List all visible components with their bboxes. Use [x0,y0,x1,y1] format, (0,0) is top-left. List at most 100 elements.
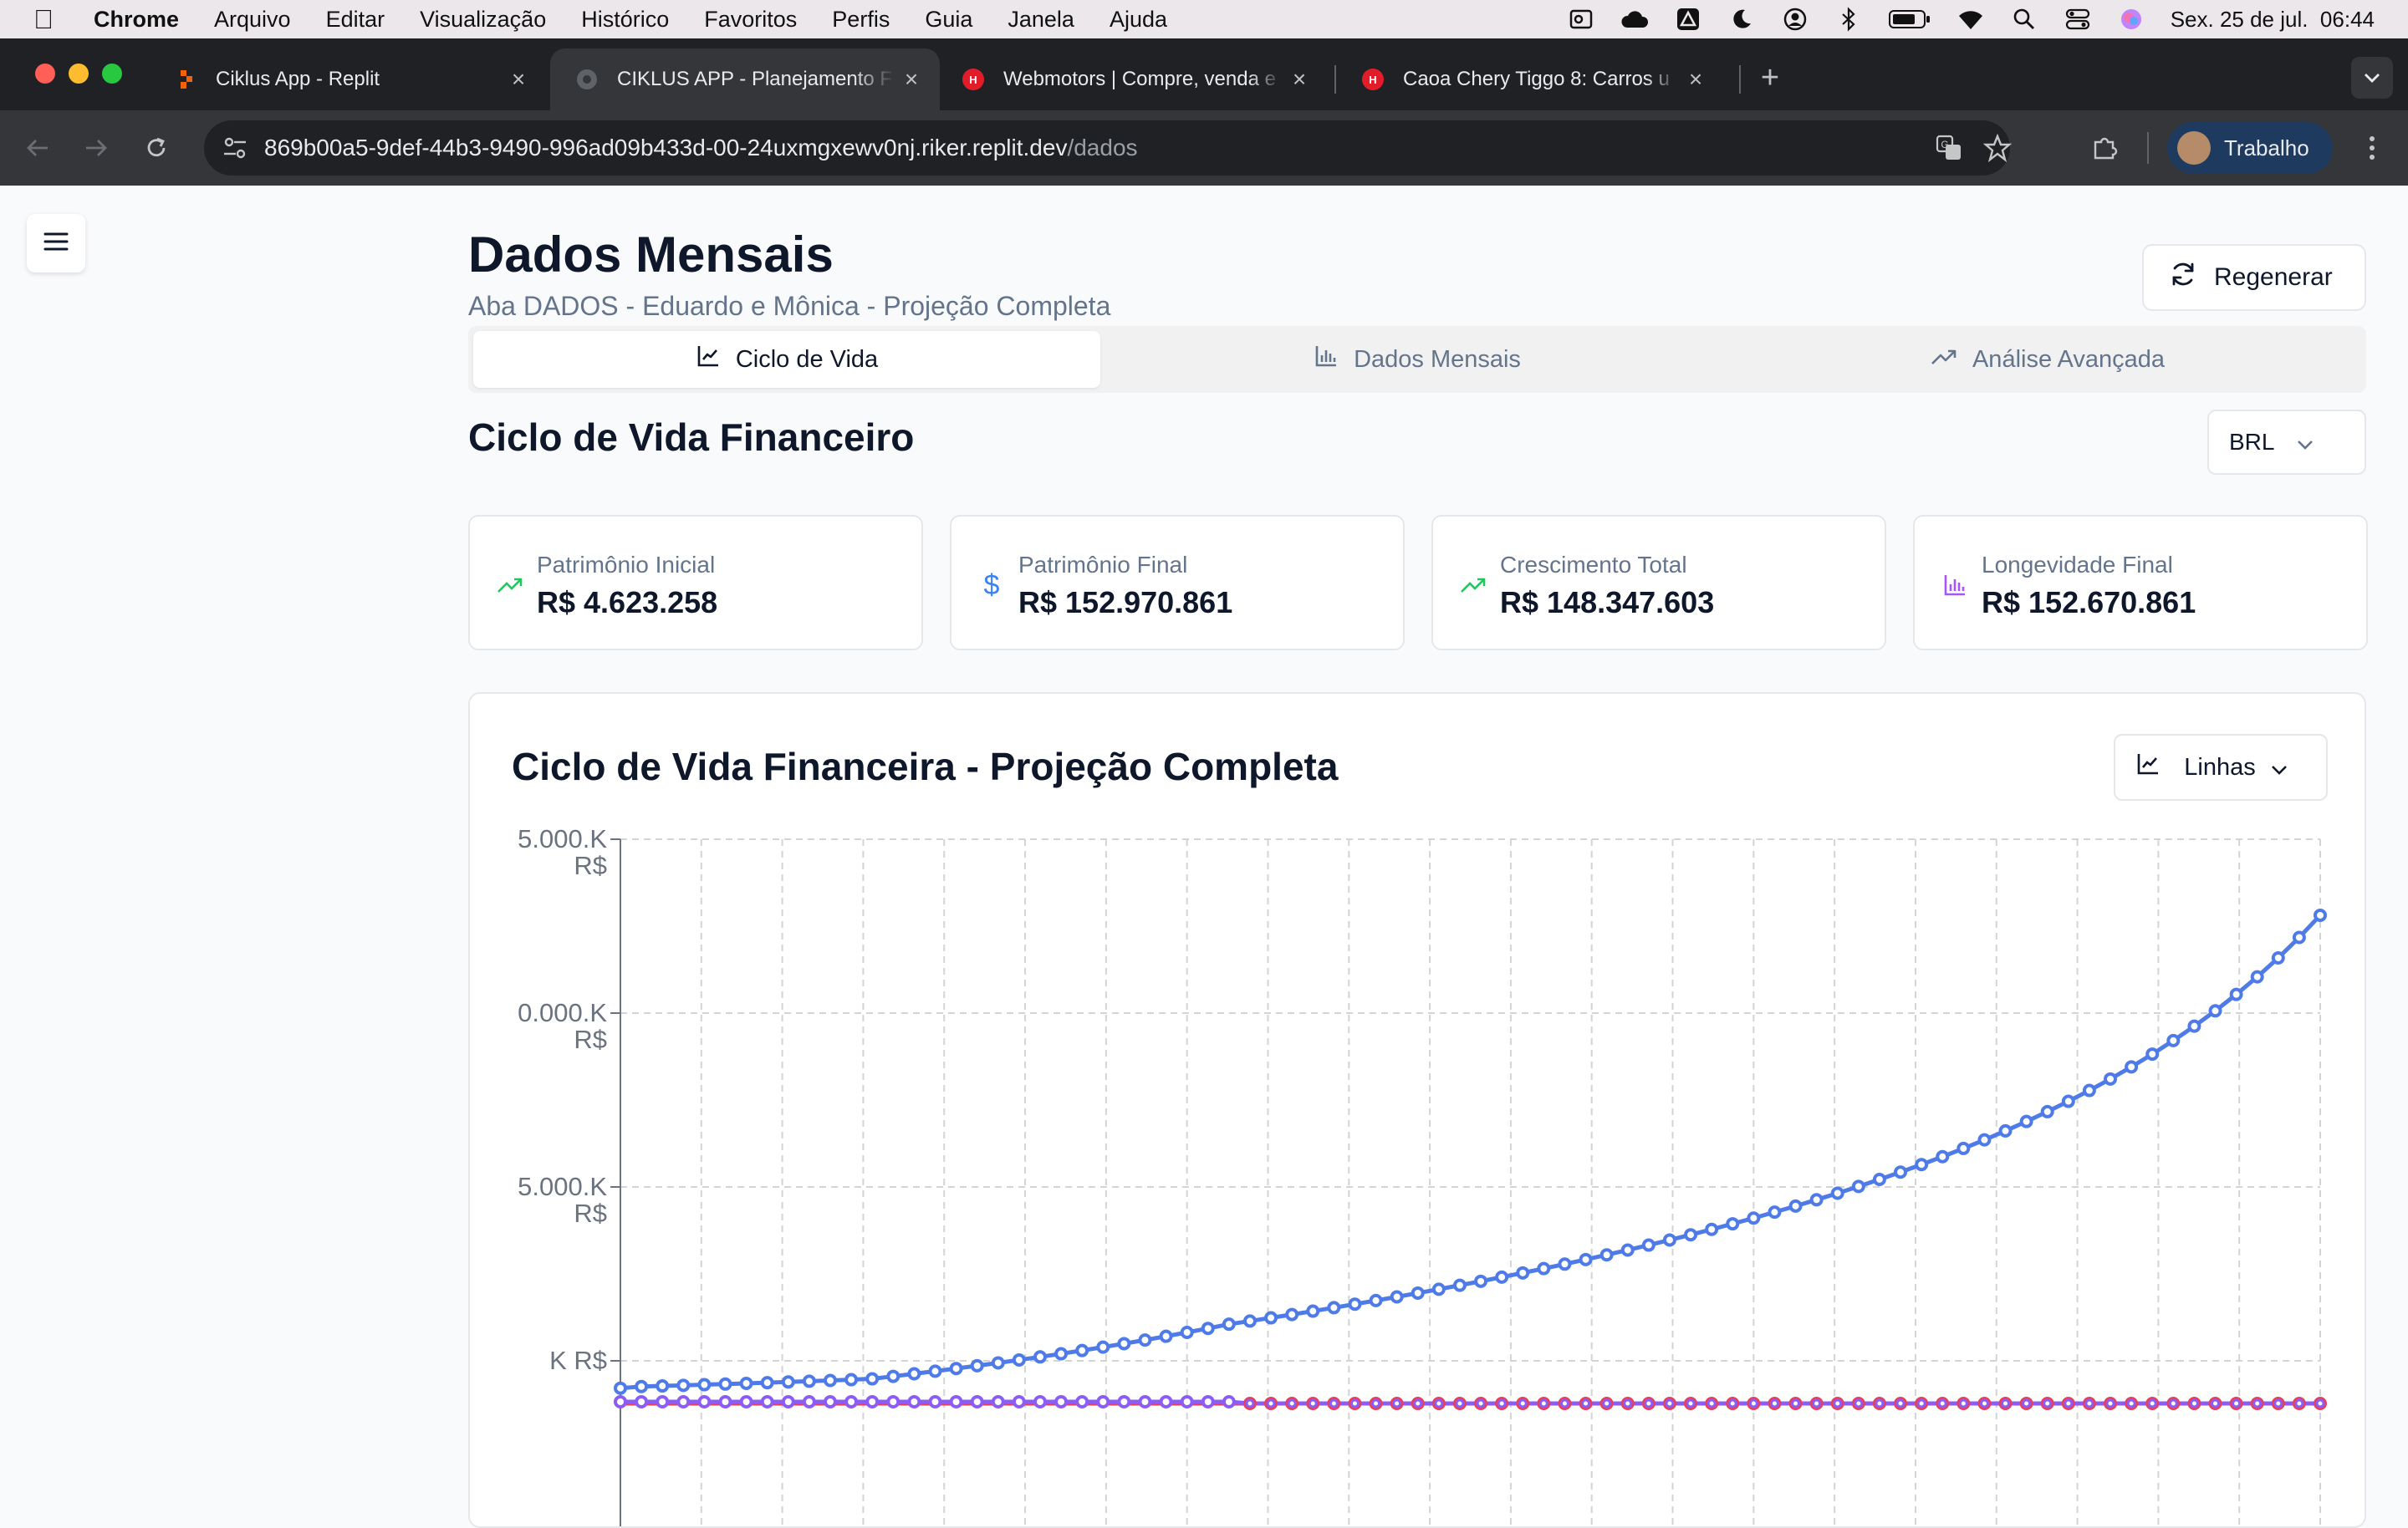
series-point-blue [1201,1322,1215,1336]
series-point-blue [1096,1340,1110,1354]
hamburger-menu-button[interactable] [27,214,85,272]
extensions-puzzle-icon[interactable] [2085,129,2124,167]
series-point-purple [656,1395,670,1408]
series-point-purple [1245,1398,1255,1408]
clock[interactable]: Sex. 25 de jul. 06:44 [2171,7,2375,33]
menu-editar[interactable]: Editar [326,7,385,33]
tab-separator [1334,65,1336,94]
replit-favicon-icon [174,68,197,91]
menu-janela[interactable]: Janela [1008,7,1074,33]
tab-caoa-chery[interactable]: H Caoa Chery Tiggo 8: Carros u × [1339,48,1724,110]
tab-label: Análise Avançada [1972,345,2166,373]
tab-close-icon[interactable]: × [502,66,535,93]
series-point-blue [991,1356,1005,1370]
control-center-icon[interactable] [2064,5,2092,33]
series-point-purple [1581,1398,1591,1408]
tab-analise-avancada[interactable]: Análise Avançada [1734,331,2361,388]
currency-value: BRL [2229,429,2275,455]
card-label: Patrimônio Final [1018,552,1188,578]
card-value: R$ 148.347.603 [1500,585,1715,619]
menu-guia[interactable]: Guia [925,7,972,33]
battery-icon[interactable] [1888,5,1931,33]
address-bar[interactable]: 869b00a5-9def-44b3-9490-996ad09b433d-00-… [204,120,2013,176]
trending-up-icon [497,572,523,598]
series-point-blue [1936,1149,1950,1164]
bookmark-star-icon[interactable] [1982,133,2013,166]
series-point-blue [1285,1307,1299,1322]
svg-text:H: H [1369,74,1376,86]
series-point-purple [1266,1398,1276,1408]
tab-dados-mensais[interactable]: Dados Mensais [1104,331,1731,388]
series-point-purple [718,1395,732,1408]
menu-historico[interactable]: Histórico [581,7,669,33]
tab-separator [1739,65,1741,94]
window-minimize-button[interactable] [69,64,89,84]
series-point-purple [1812,1398,1822,1408]
series-point-purple [1937,1398,1947,1408]
webmotors-favicon-icon: H [1361,68,1385,91]
chrome-menu-kebab-icon[interactable] [2353,129,2391,167]
card-value: R$ 152.970.861 [1018,585,1233,619]
series-point-blue [2292,930,2306,945]
series-point-purple [1138,1395,1152,1408]
site-settings-icon[interactable] [221,134,249,166]
outlook-icon[interactable] [1567,5,1595,33]
tab-close-icon[interactable]: × [1283,66,1316,93]
moon-icon[interactable] [1727,5,1756,33]
tab-close-icon[interactable]: × [895,66,928,93]
tab-ciklus-replit[interactable]: Ciklus App - Replit × [149,48,547,110]
menu-app-name[interactable]: Chrome [94,7,179,33]
apple-icon[interactable]:  [33,4,64,35]
macos-menu-bar:  Chrome Arquivo Editar Visualização His… [0,0,2408,38]
tab-webmotors[interactable]: H Webmotors | Compre, venda e × [943,48,1328,110]
drive-icon[interactable] [1674,5,1702,33]
series-point-blue [1977,1133,1992,1147]
series-point-blue [1474,1274,1488,1288]
series-point-purple [844,1395,859,1408]
series-point-purple [2043,1398,2053,1408]
cloud-icon[interactable] [1620,5,1649,33]
menu-ajuda[interactable]: Ajuda [1110,7,1167,33]
card-longevidade-final: Longevidade Final R$ 152.670.861 [1913,515,2368,650]
tab-search-chevron-icon[interactable] [2351,57,2393,99]
menu-favoritos[interactable]: Favoritos [704,7,797,33]
menu-perfis[interactable]: Perfis [832,7,890,33]
series-point-purple [1559,1398,1569,1408]
chart-title: Ciclo de Vida Financeira - Projeção Comp… [512,745,1339,788]
user-circle-icon[interactable] [1781,5,1809,33]
currency-select[interactable]: BRL [2207,410,2366,475]
new-tab-plus-icon[interactable]: + [1749,57,1791,99]
series-point-purple [1201,1395,1215,1408]
spotlight-search-icon[interactable] [2010,5,2038,33]
page-tabs: Ciclo de Vida Dados Mensais Análise Avan… [468,326,2366,393]
series-point-purple [2147,1398,2157,1408]
translate-icon[interactable]: G [1935,134,1963,166]
wifi-icon[interactable] [1956,5,1985,33]
window-zoom-button[interactable] [102,64,122,84]
menu-arquivo[interactable]: Arquivo [214,7,291,33]
siri-icon[interactable] [2117,5,2145,33]
series-point-blue [2314,908,2327,922]
regenerate-button[interactable]: Regenerar [2142,244,2366,311]
tab-ciklus-planejamento[interactable]: CIKLUS APP - Planejamento F × [550,48,940,110]
tab-ciclo-de-vida[interactable]: Ciclo de Vida [473,331,1100,388]
bluetooth-icon[interactable] [1834,5,1863,33]
back-arrow-icon[interactable] [18,129,57,167]
y-tick-label: K R$ [549,1346,607,1375]
menu-visualizacao[interactable]: Visualização [420,7,546,33]
url-text[interactable]: 869b00a5-9def-44b3-9490-996ad09b433d-00-… [264,135,1138,161]
series-point-purple [1349,1398,1360,1408]
window-close-button[interactable] [35,64,55,84]
series-point-purple [1602,1398,1612,1408]
profile-button[interactable]: Trabalho [2167,122,2333,174]
series-point-blue [1117,1337,1131,1351]
page-subtitle: Aba DADOS - Eduardo e Mônica - Projeção … [468,291,1111,321]
tab-close-icon[interactable]: × [1679,66,1712,93]
reload-icon[interactable] [137,129,176,167]
chart-type-select[interactable]: Linhas [2114,734,2328,801]
series-point-purple [2315,1398,2325,1408]
forward-arrow-icon[interactable] [77,129,115,167]
series-point-purple [697,1395,712,1408]
series-point-purple [1769,1398,1779,1408]
series-point-purple [1875,1398,1885,1408]
